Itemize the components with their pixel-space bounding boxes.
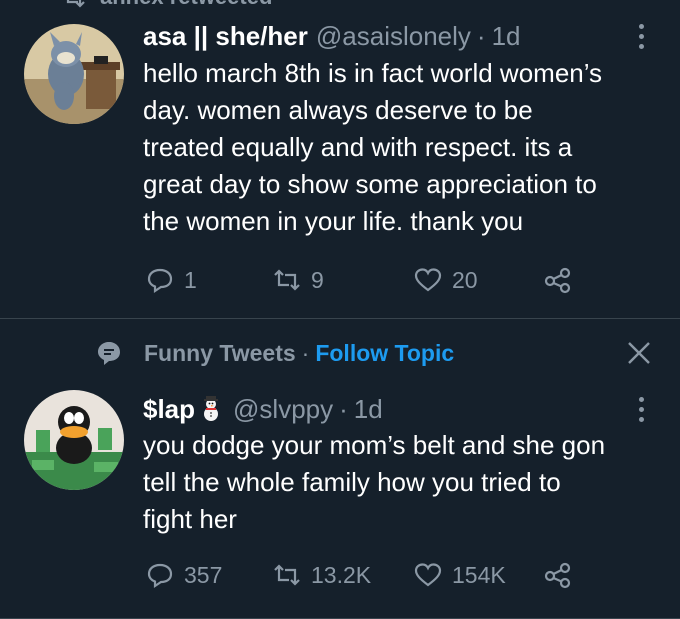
follow-topic-button[interactable]: Follow Topic (315, 340, 454, 367)
tweet-text: hello march 8th is in fact world women’s… (143, 55, 653, 240)
reply-count: 357 (184, 561, 223, 588)
tweet-header: asa || she/her @asaislonely · 1d (143, 18, 521, 54)
user-handle[interactable]: @slvppy (233, 394, 333, 425)
topic-row: Funny Tweets · Follow Topic (96, 333, 676, 373)
share-icon (544, 562, 571, 589)
retweet-button[interactable]: 13.2K (273, 560, 371, 590)
tweet-text-line: hello march 8th is in fact world women’s (143, 58, 603, 88)
share-button[interactable] (544, 560, 572, 590)
tweet-text-line: you dodge your mom’s belt and she gon (143, 430, 606, 460)
more-icon[interactable] (626, 21, 656, 51)
retweet-icon (274, 564, 300, 586)
like-count: 154K (452, 561, 506, 588)
tweet-text-line: day. women always deserve to be (143, 95, 533, 125)
tweet[interactable]: Funny Tweets · Follow Topic $lap @slvppy… (0, 319, 680, 619)
tweet-text-line: great day to show some appreciation to (143, 169, 597, 199)
tweet-text-line: treated equally and with respect. its a (143, 132, 573, 162)
tweet-text: you dodge your mom’s belt and she gon te… (143, 427, 653, 538)
like-button[interactable]: 20 (414, 265, 478, 295)
timestamp[interactable]: 1d (354, 394, 383, 425)
retweet-icon (274, 269, 300, 291)
like-icon (414, 563, 442, 587)
separator-dot: · (301, 339, 310, 366)
topic-icon (98, 342, 120, 365)
display-name[interactable]: asa || she/her (143, 21, 308, 52)
reply-button[interactable]: 357 (146, 560, 222, 590)
tweet-text-line: tell the whole family how you tried to (143, 467, 561, 497)
like-button[interactable]: 154K (414, 560, 506, 590)
tweet[interactable]: asa || she/her @asaislonely · 1d hello m… (0, 0, 680, 319)
snowman-icon (204, 396, 219, 421)
display-name[interactable]: $lap (143, 394, 195, 425)
separator-dot: · (339, 393, 348, 424)
avatar[interactable] (24, 390, 124, 490)
like-count: 20 (452, 266, 478, 293)
tweet-text-line: fight her (143, 504, 237, 534)
reply-icon (147, 563, 173, 589)
timestamp[interactable]: 1d (492, 21, 521, 52)
tweet-actions: 357 13.2K 154K (146, 560, 586, 590)
avatar[interactable] (24, 24, 124, 124)
avatar-image (24, 390, 124, 490)
user-handle[interactable]: @asaislonely (316, 21, 471, 52)
separator-dot: · (476, 20, 486, 51)
close-icon[interactable] (626, 340, 652, 366)
avatar-image (24, 24, 124, 124)
retweet-count: 13.2K (311, 561, 372, 588)
topic-name[interactable]: Funny Tweets (144, 340, 296, 367)
reply-icon (147, 268, 173, 294)
retweet-count: 9 (311, 266, 324, 293)
like-icon (414, 268, 442, 292)
reply-count: 1 (184, 266, 197, 293)
share-button[interactable] (544, 265, 572, 295)
tweet-text-line: the women in your life. thank you (143, 206, 524, 236)
more-icon[interactable] (626, 394, 656, 424)
tweet-actions: 1 9 20 (146, 265, 586, 295)
retweet-button[interactable]: 9 (273, 265, 324, 295)
share-icon (544, 267, 571, 294)
reply-button[interactable]: 1 (146, 265, 197, 295)
tweet-header: $lap @slvppy · 1d (143, 391, 383, 427)
